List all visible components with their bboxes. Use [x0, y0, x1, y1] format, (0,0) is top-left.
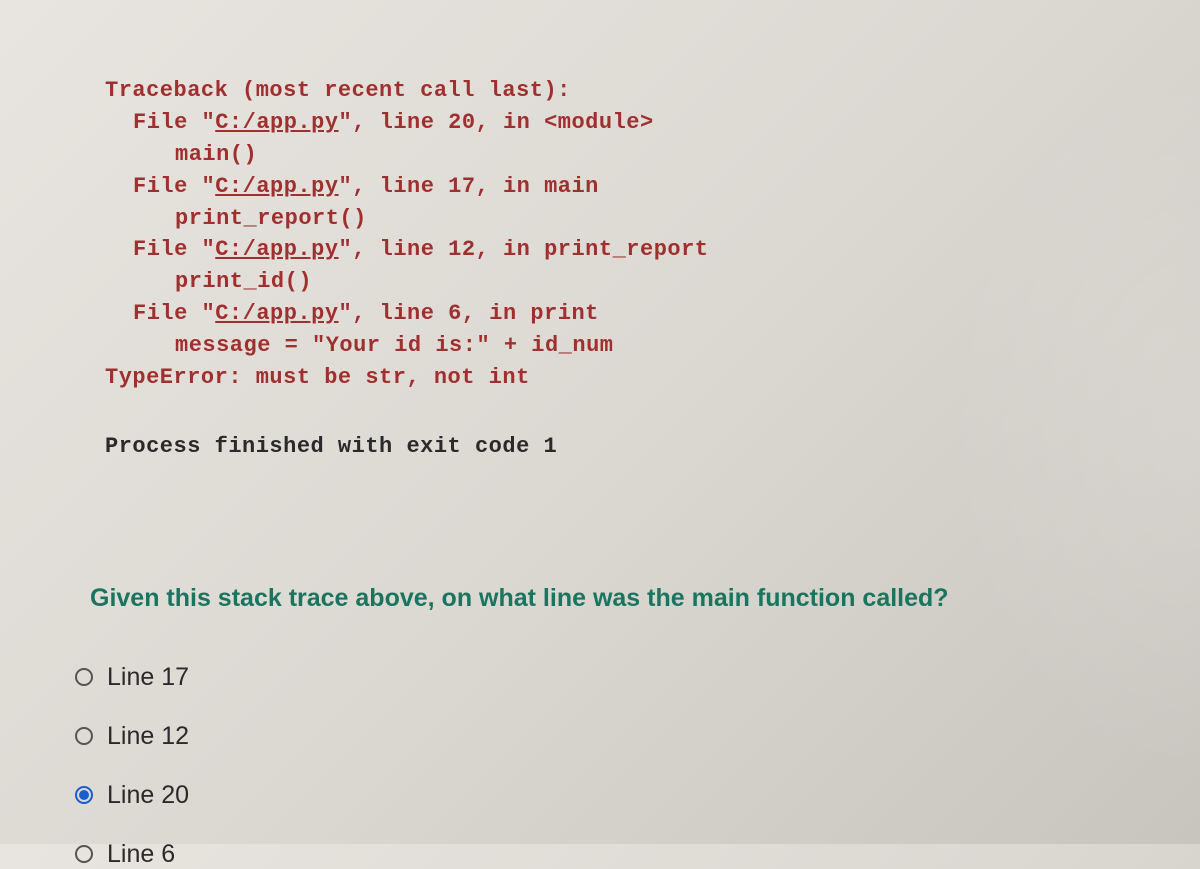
radio-icon[interactable]: [75, 786, 93, 804]
file-link: C:/app.py: [215, 174, 338, 199]
process-exit-line: Process finished with exit code 1: [105, 434, 1095, 459]
traceback-frame-line: File "C:/app.py", line 17, in main: [105, 171, 1095, 203]
option-line-12[interactable]: Line 12: [75, 722, 1095, 751]
option-label: Line 12: [107, 722, 189, 751]
traceback-error: TypeError: must be str, not int: [105, 362, 1095, 394]
option-label: Line 17: [107, 663, 189, 692]
question-text: Given this stack trace above, on what li…: [90, 584, 1095, 613]
radio-icon[interactable]: [75, 727, 93, 745]
option-line-17[interactable]: Line 17: [75, 663, 1095, 692]
radio-icon[interactable]: [75, 845, 93, 863]
traceback-block: Traceback (most recent call last): File …: [105, 75, 1095, 394]
traceback-code-line: print_report(): [105, 203, 1095, 235]
traceback-header: Traceback (most recent call last):: [105, 75, 1095, 107]
traceback-code-line: message = "Your id is:" + id_num: [105, 330, 1095, 362]
traceback-code-line: print_id(): [105, 266, 1095, 298]
file-link: C:/app.py: [215, 110, 338, 135]
option-label: Line 6: [107, 840, 175, 869]
traceback-code-line: main(): [105, 139, 1095, 171]
option-label: Line 20: [107, 781, 189, 810]
file-link: C:/app.py: [215, 301, 338, 326]
traceback-frame-line: File "C:/app.py", line 6, in print: [105, 298, 1095, 330]
option-line-6[interactable]: Line 6: [75, 840, 1095, 869]
file-link: C:/app.py: [215, 237, 338, 262]
answer-options: Line 17 Line 12 Line 20 Line 6: [75, 663, 1095, 869]
option-line-20[interactable]: Line 20: [75, 781, 1095, 810]
radio-icon[interactable]: [75, 668, 93, 686]
traceback-frame-line: File "C:/app.py", line 20, in <module>: [105, 107, 1095, 139]
traceback-frame-line: File "C:/app.py", line 12, in print_repo…: [105, 234, 1095, 266]
